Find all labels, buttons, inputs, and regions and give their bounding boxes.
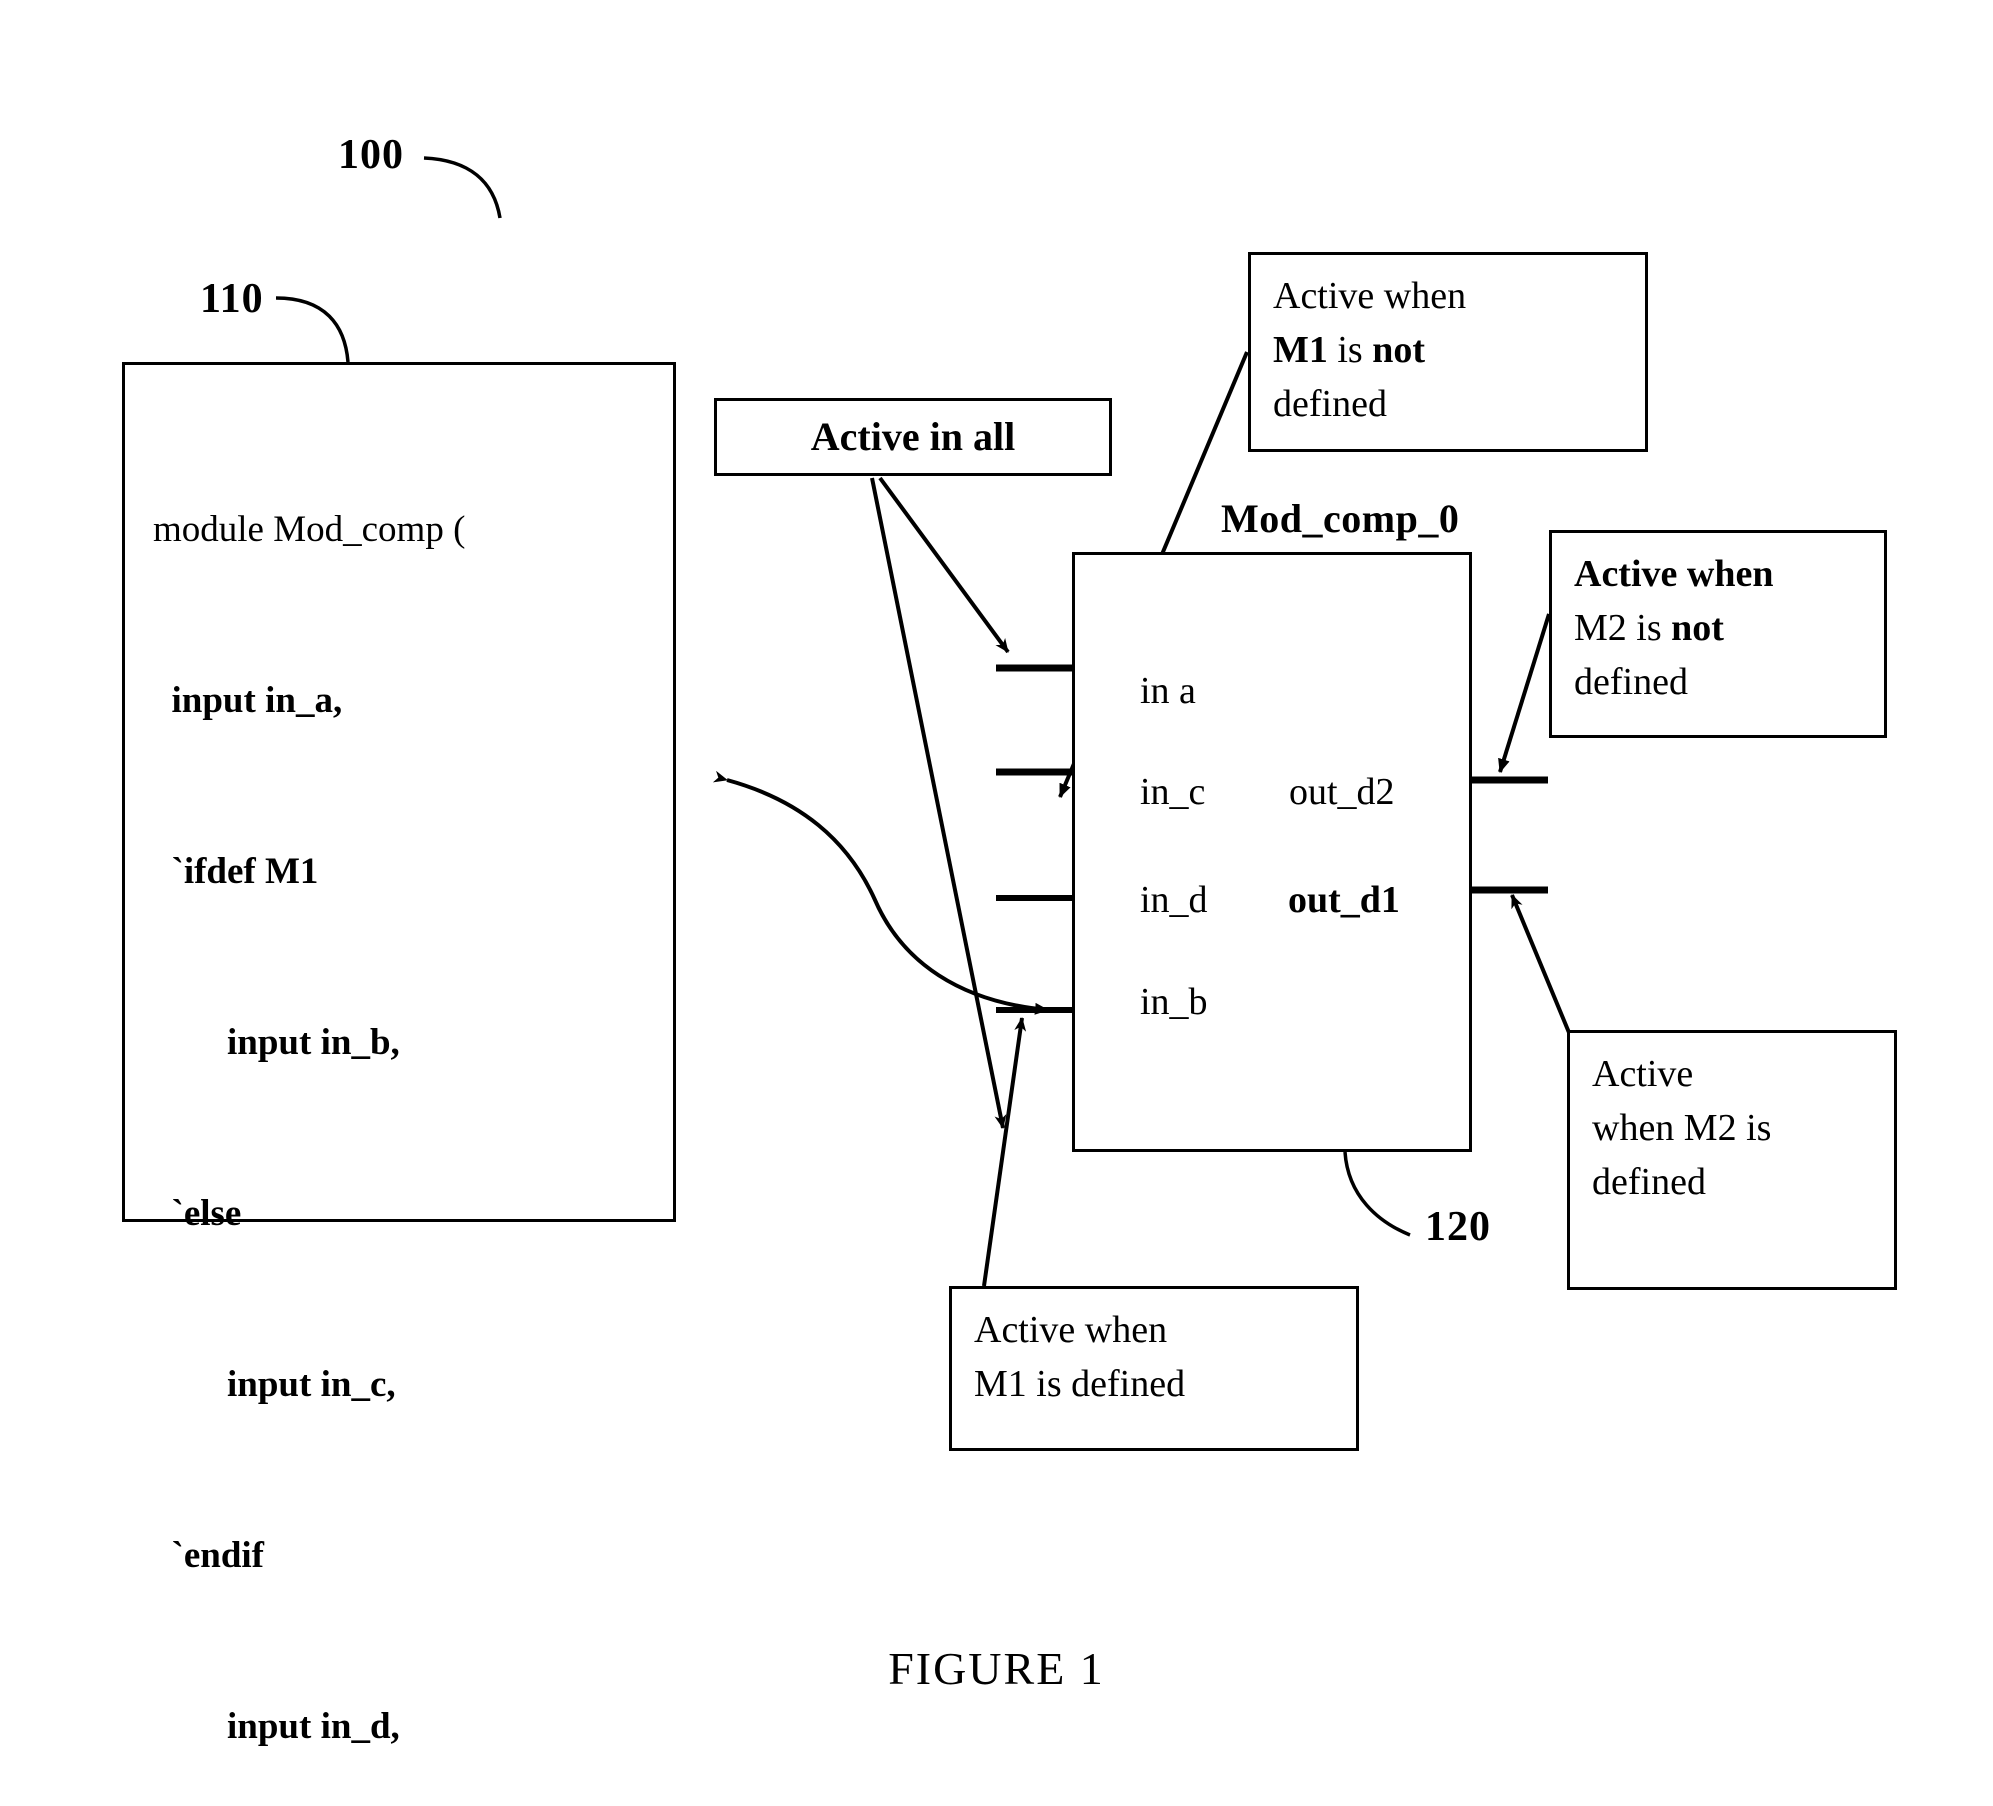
callout-active-in-all: Active in all [714,398,1112,476]
callout-m2-defined: Active when M2 is defined [1567,1030,1897,1290]
port-label-out-d2: out_d2 [1289,771,1395,813]
code-line: `else [153,1193,242,1234]
code-line: `endif [153,1535,265,1576]
module-instance-title: Mod_comp_0 [1221,496,1460,541]
callout-line-2: M1 is defined [974,1363,1186,1405]
port-label-out-d1: out_d1 [1288,879,1400,921]
callout-line-1: Active when [974,1309,1168,1351]
arrow-active-in-all-to-in-a [878,476,1010,654]
arrow-m2-defined-to-out-d1 [1510,894,1572,1036]
code-line: input in_a, [153,680,343,721]
callout-line-1: Active when [1574,553,1774,595]
code-line: input in_d, [153,1706,400,1747]
verilog-code-listing: module Mod_comp ( input in_a, `ifdef M1 … [153,387,465,1806]
code-line: `ifdef M1 [153,851,319,892]
callout-emphasis-not: not [1372,329,1426,371]
reference-numeral-100: 100 [338,132,404,178]
code-line: module Mod_comp ( [153,509,466,550]
callout-line-3: defined [1273,383,1387,425]
verilog-code-box: module Mod_comp ( input in_a, `ifdef M1 … [122,362,676,1747]
callout-line-2: when M2 is [1592,1107,1772,1149]
figure-caption: FIGURE 1 [888,1643,1105,1694]
arrow-m1-defined-to-in-b [982,1017,1027,1287]
callout-text-is: is [1327,329,1373,371]
port-label-in-d: in_d [1140,879,1208,921]
leader-line-110 [275,296,350,363]
patent-figure-page: 100 110 120 module Mod_comp ( input in_a… [0,0,1993,1806]
callout-text-m2-is: M2 is [1574,607,1672,649]
leader-line-120 [1343,1151,1411,1237]
callout-m1-not-defined: Active when M1 is not defined [1248,252,1648,452]
arrow-code-to-module-mapping [712,770,1049,1015]
module-instance-box [1072,552,1472,1152]
port-label-in-c: in_c [1140,771,1206,813]
port-label-in-a: in a [1140,670,1196,712]
callout-m2-not-defined: Active when M2 is not defined [1549,530,1887,738]
callout-line-2: M1 is not [1273,323,1625,377]
arrow-m2-not-defined-to-out-d2 [1498,613,1551,773]
callout-line-3: defined [1592,1161,1706,1203]
code-line: input in_b, [153,1022,400,1063]
callout-text: Active in all [810,414,1016,459]
reference-numeral-120: 120 [1425,1204,1491,1250]
callout-m1-defined: Active when M1 is defined [949,1286,1359,1451]
callout-emphasis-m1: M1 [1273,329,1328,371]
reference-numeral-110: 110 [200,276,264,322]
callout-line-3: defined [1574,661,1688,703]
code-line: input in_c, [153,1364,396,1405]
arrow-active-in-all-to-in-d [870,477,1007,1129]
port-label-in-b: in_b [1140,981,1208,1023]
callout-emphasis-not: not [1671,607,1724,649]
leader-line-100 [423,156,502,219]
callout-line-1: Active when [1273,275,1467,317]
callout-line-2: M2 is not [1574,601,1864,655]
callout-line-1: Active [1592,1053,1694,1095]
